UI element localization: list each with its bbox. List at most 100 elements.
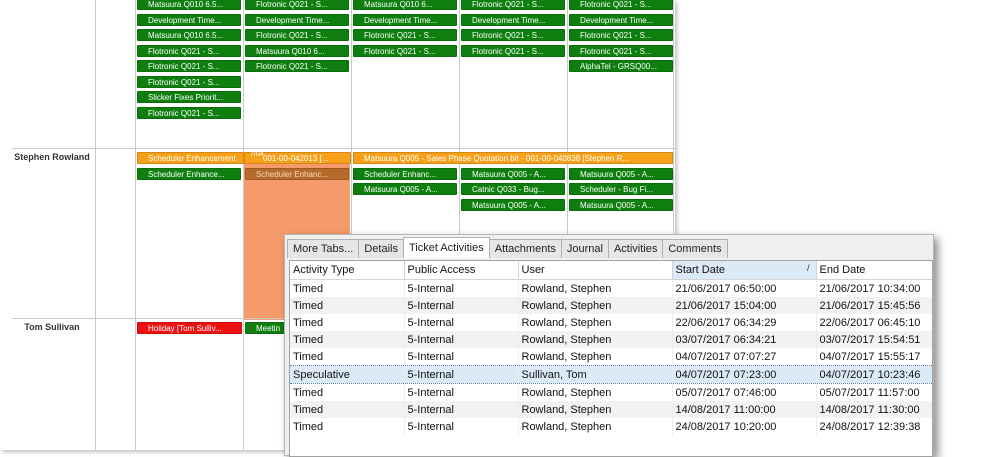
grid-line: [135, 0, 136, 450]
schedule-event[interactable]: Flotronic Q021 - S...: [137, 44, 241, 57]
cell-public-access: 5-Internal: [404, 314, 519, 331]
column-header-user[interactable]: User: [518, 261, 673, 280]
schedule-event[interactable]: Flotronic Q021 - S...: [569, 29, 673, 41]
schedule-event[interactable]: Flotronic Q021 - S...: [137, 106, 241, 119]
event-matsuura-quotation[interactable]: Matsuura Q005 - Sales Phase Quotation bi…: [353, 152, 673, 164]
schedule-event[interactable]: Flotronic Q021 - S...: [461, 29, 565, 41]
cell-public-access: 5-Internal: [404, 297, 519, 314]
cell-user: Rowland, Stephen: [518, 418, 673, 435]
schedule-event[interactable]: Flotronic Q021 - S...: [461, 44, 565, 57]
table-row[interactable]: Speculative 5-Internal Sullivan, Tom 04/07/…: [290, 365, 932, 384]
event-meeting[interactable]: Meetin: [245, 322, 285, 334]
sort-icon: /: [806, 263, 810, 273]
schedule-event[interactable]: Matsuura Q005 - A...: [569, 167, 673, 180]
cell-start-date: 03/07/2017 06:34:21: [672, 331, 817, 348]
cell-user: Sullivan, Tom: [518, 365, 673, 384]
tab-journal[interactable]: Journal: [560, 239, 609, 258]
schedule-event[interactable]: Matsuura Q010 6.5...: [137, 0, 241, 10]
schedule-event[interactable]: Development Time...: [137, 13, 241, 26]
grid-body: Timed 5-Internal Rowland, Stephen 21/06/201…: [290, 279, 932, 435]
table-row[interactable]: Timed 5-Internal Rowland, Stephen 14/08/201…: [290, 401, 932, 418]
schedule-event[interactable]: Matsuura Q010 6...: [245, 44, 349, 57]
grid-line: [12, 148, 675, 149]
column-header-start-date[interactable]: Start Date /: [672, 261, 817, 280]
tab-attachments[interactable]: Attachments: [488, 239, 562, 258]
tab-more-tabs[interactable]: More Tabs...: [287, 239, 360, 258]
cell-activity-type: Timed: [290, 401, 405, 418]
cell-start-date: 24/08/2017 10:20:00: [672, 418, 817, 435]
schedule-event[interactable]: Development Time...: [245, 13, 349, 26]
column-header-activity-type[interactable]: Activity Type: [290, 261, 405, 280]
cell-end-date: 04/07/2017 10:23:46: [816, 365, 932, 384]
schedule-event[interactable]: Development Time...: [461, 13, 565, 26]
schedule-event[interactable]: Flotronic Q021 - S...: [353, 29, 457, 41]
table-row[interactable]: Timed 5-Internal Rowland, Stephen 21/06/201…: [290, 297, 932, 314]
cell-end-date: 21/06/2017 10:34:00: [816, 279, 932, 297]
schedule-event[interactable]: Flotronic Q021 - S...: [569, 44, 673, 57]
schedule-event[interactable]: Scheduler Enhanc...: [353, 167, 457, 180]
schedule-event[interactable]: Slicker Fixes Priorit...: [137, 91, 241, 103]
table-row[interactable]: Timed 5-Internal Rowland, Stephen 04/07/201…: [290, 348, 932, 366]
cell-public-access: 5-Internal: [404, 365, 519, 384]
cell-start-date: 21/06/2017 06:50:00: [672, 279, 817, 297]
grid-line: [95, 0, 96, 450]
table-row[interactable]: Timed 5-Internal Rowland, Stephen 22/06/201…: [290, 314, 932, 331]
schedule-event[interactable]: Development Time...: [353, 13, 457, 26]
cell-end-date: 05/07/2017 11:57:00: [816, 383, 932, 401]
cell-end-date: 03/07/2017 15:54:51: [816, 331, 932, 348]
schedule-event[interactable]: Flotronic Q021 - S...: [245, 29, 349, 41]
schedule-event[interactable]: Flotronic Q021 - S...: [461, 0, 565, 10]
schedule-event[interactable]: Scheduler Enhanc...: [245, 167, 349, 180]
column-header-end-date[interactable]: End Date: [816, 261, 932, 280]
table-row[interactable]: Timed 5-Internal Rowland, Stephen 21/06/201…: [290, 279, 932, 297]
schedule-event[interactable]: Flotronic Q021 - S...: [137, 75, 241, 88]
cell-public-access: 5-Internal: [404, 383, 519, 401]
cell-start-date: 21/06/2017 15:04:00: [672, 297, 817, 314]
column-header-public-access[interactable]: Public Access: [404, 261, 519, 280]
person-name-tom: Tom Sullivan: [24, 322, 80, 332]
schedule-event[interactable]: Flotronic Q021 - S...: [137, 60, 241, 72]
schedule-event[interactable]: Flotronic Q021 - S...: [245, 0, 349, 10]
table-row[interactable]: Timed 5-Internal Rowland, Stephen 24/08/201…: [290, 418, 932, 435]
table-row[interactable]: Timed 5-Internal Rowland, Stephen 03/07/201…: [290, 331, 932, 348]
activities-grid: Activity Type Public Access User Start D…: [289, 260, 933, 457]
schedule-event[interactable]: Matsuura Q010 6.5...: [137, 29, 241, 41]
cell-activity-type: Timed: [290, 279, 405, 297]
cell-user: Rowland, Stephen: [518, 297, 673, 314]
cell-user: Rowland, Stephen: [518, 383, 673, 401]
cell-activity-type: Timed: [290, 418, 405, 435]
schedule-event[interactable]: Flotronic Q021 - S...: [353, 44, 457, 57]
schedule-event[interactable]: Matsuura Q005 - A...: [353, 183, 457, 195]
event-scheduler-enhancement[interactable]: Scheduler Enhancement: [137, 152, 244, 164]
cell-start-date: 05/07/2017 07:46:00: [672, 383, 817, 401]
schedule-event[interactable]: Flotronic Q021 - S...: [569, 0, 673, 10]
cell-activity-type: Speculative: [290, 365, 405, 384]
cell-activity-type: Timed: [290, 348, 405, 366]
tab-ticket-activities[interactable]: Ticket Activities: [402, 237, 490, 258]
table-row[interactable]: Timed 5-Internal Rowland, Stephen 05/07/201…: [290, 383, 932, 401]
schedule-event[interactable]: Flotronic Q021 - S...: [245, 60, 349, 72]
schedule-event[interactable]: Matsuura Q005 - A...: [569, 198, 673, 211]
cell-user: Rowland, Stephen: [518, 401, 673, 418]
schedule-event[interactable]: Matsuura Q005 - A...: [461, 167, 565, 180]
schedule-event[interactable]: AlphaTel - GRSQ00...: [569, 60, 673, 72]
tab-comments[interactable]: Comments: [662, 239, 728, 258]
grid-line: [243, 0, 244, 450]
event-holiday[interactable]: Holiday [Tom Sulliv...: [137, 322, 242, 334]
cell-public-access: 5-Internal: [404, 418, 519, 435]
column-header-label: Start Date: [675, 264, 726, 276]
cell-start-date: 14/08/2017 11:00:00: [672, 401, 817, 418]
tab-activities[interactable]: Activities: [607, 239, 664, 258]
schedule-event[interactable]: Matsuura Q005 - A...: [461, 198, 565, 211]
cell-start-date: 22/06/2017 06:34:29: [672, 314, 817, 331]
cell-public-access: 5-Internal: [404, 279, 519, 297]
schedule-event[interactable]: Scheduler - Bug Fi...: [569, 183, 673, 195]
schedule-event[interactable]: Catnic Q033 - Bug...: [461, 183, 565, 195]
cell-end-date: 21/06/2017 15:45:56: [816, 297, 932, 314]
cell-end-date: 24/08/2017 12:39:38: [816, 418, 932, 435]
tab-details[interactable]: Details: [358, 239, 404, 258]
schedule-event[interactable]: Matsuura Q010 6...: [353, 0, 457, 10]
schedule-event[interactable]: Development Time...: [569, 13, 673, 26]
schedule-event[interactable]: Scheduler Enhance...: [137, 167, 241, 180]
event-marker: 7/04: [250, 151, 264, 158]
